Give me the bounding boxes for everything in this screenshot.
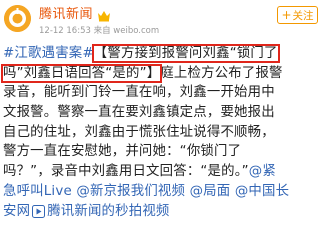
post-line-7: 吗？”，录音中刘鑫用日文回答：“是的。”@紧 bbox=[3, 162, 320, 182]
post-line-3: 录音，能听到门铃一直在响，刘鑫一开始用中 bbox=[3, 85, 275, 101]
topic-link[interactable]: #江歌遇害案# bbox=[3, 46, 94, 61]
video-play-icon bbox=[32, 204, 46, 218]
follow-label: 关注 bbox=[292, 9, 314, 22]
post-text: 吗？”，录音中刘鑫用日文回答：“是的。” bbox=[3, 164, 249, 180]
follow-button[interactable]: + 关注 bbox=[277, 6, 318, 24]
post-line-9: 安网 腾讯新闻的秒拍视频 bbox=[3, 202, 320, 222]
post-line-2: 吗”刘鑫日语回答“是的”】庭上检方公布了报警 bbox=[0, 63, 320, 84]
video-source-link[interactable]: 腾讯新闻的秒拍视频 bbox=[47, 202, 169, 222]
post-meta: 12-12 16:53 来自 weibo.com bbox=[39, 26, 160, 36]
vip-crown-icon bbox=[97, 7, 111, 21]
post-line-4: 文报警。警察一直在要刘鑫镇定点，要她报出 bbox=[3, 105, 275, 121]
tencent-news-avatar[interactable] bbox=[4, 5, 31, 32]
post-header: 腾讯新闻 12-12 16:53 来自 weibo.com + 关注 bbox=[0, 0, 322, 40]
mention-link[interactable]: 急呼叫Live bbox=[3, 184, 72, 199]
post-line-1: #江歌遇害案#【警方接到报警问刘鑫“锁门了 bbox=[3, 44, 320, 64]
mention-link[interactable]: @新京报我们视频 bbox=[76, 184, 185, 199]
mention-link[interactable]: 安网 bbox=[3, 202, 30, 222]
mention-link[interactable]: @局面 bbox=[190, 184, 231, 199]
account-name[interactable]: 腾讯新闻 bbox=[39, 3, 93, 22]
post-line-8: 急呼叫Live @新京报我们视频 @局面 @中国长 bbox=[3, 182, 320, 202]
mention-link[interactable]: @紧 bbox=[249, 164, 276, 179]
account-name-row: 腾讯新闻 bbox=[39, 3, 111, 22]
post-body: #江歌遇害案#【警方接到报警问刘鑫“锁门了 吗”刘鑫日语回答“是的”】庭上检方公… bbox=[0, 44, 320, 222]
highlighted-headline-part-2: 吗”刘鑫日语回答“是的”】 bbox=[0, 63, 163, 83]
mention-link[interactable]: @中国长 bbox=[235, 184, 289, 199]
follow-plus-icon: + bbox=[281, 8, 292, 22]
highlighted-headline-part-1: 【警方接到报警问刘鑫“锁门了 bbox=[91, 44, 280, 63]
post-line-6: 警方一直在安慰她，并问她：“你锁门了 bbox=[3, 144, 242, 160]
post-line-5: 自己的住址，刘鑫由于慌张住址说得不顺畅， bbox=[3, 124, 275, 140]
post-text: 庭上检方公布了报警 bbox=[160, 65, 283, 81]
